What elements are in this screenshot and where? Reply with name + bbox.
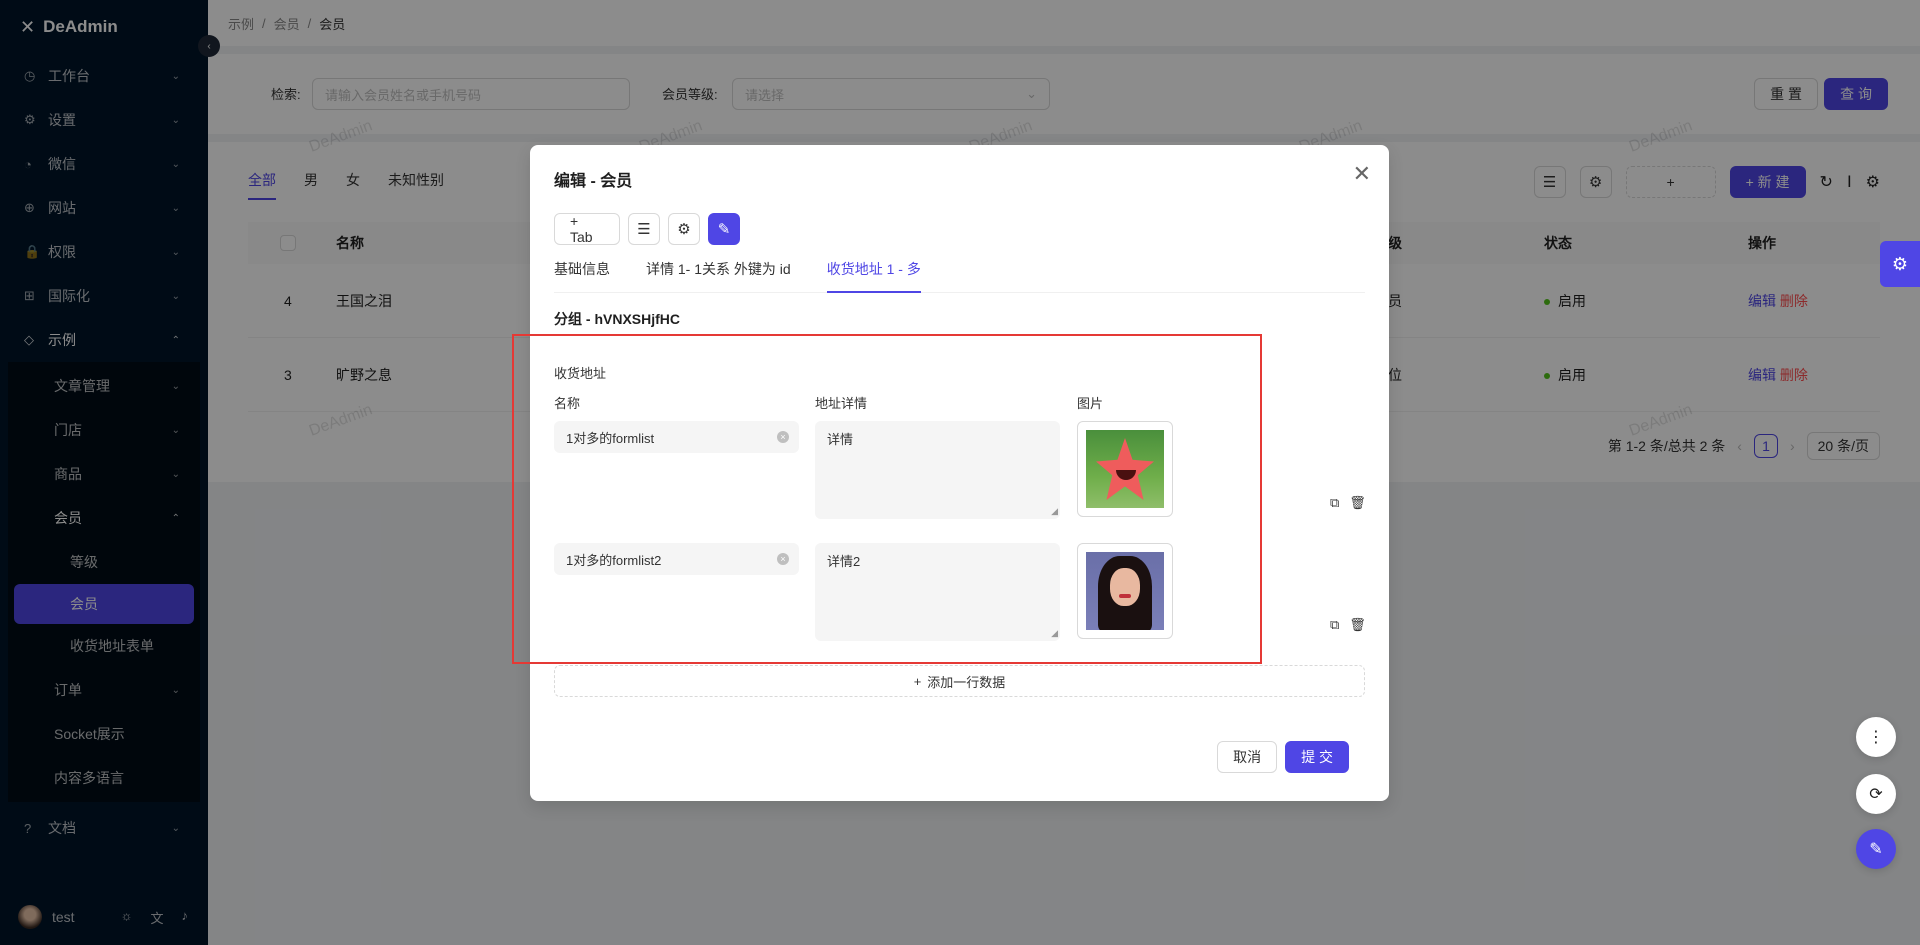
plus-icon: + [913, 673, 922, 689]
cancel-button[interactable]: 取消 [1217, 741, 1278, 773]
address-detail-textarea[interactable]: 详情 ◢ [815, 421, 1060, 519]
edit-member-modal: 编辑 - 会员 ✕ + Tab ☰ ⚙ ✎ 基础信息 详情 1- 1关系 外键为… [530, 145, 1389, 801]
image-shape [1110, 568, 1140, 606]
image-shape [1096, 438, 1154, 500]
tab-address-many[interactable]: 收货地址 1 - 多 [826, 259, 921, 293]
address-section-label: 收货地址 [554, 366, 607, 381]
row-actions: ⧉ 🗑 [1330, 617, 1366, 633]
address-detail-value: 详情2 [827, 554, 861, 569]
modal-title: 编辑 - 会员 [554, 173, 633, 190]
resize-handle-icon[interactable]: ◢ [1051, 628, 1058, 639]
row-actions: ⧉ 🗑 [1330, 495, 1366, 511]
modal-tabs: 基础信息 详情 1- 1关系 外键为 id 收货地址 1 - 多 [554, 259, 1365, 293]
theme-settings-button[interactable]: ⚙ [1880, 241, 1920, 287]
brush-icon[interactable]: ✎ [1856, 829, 1896, 869]
group-title: 分组 - hVNXSHjfHC [554, 311, 680, 327]
brush-icon[interactable]: ✎ [708, 213, 740, 245]
clear-icon[interactable]: × [777, 431, 789, 443]
clear-icon[interactable]: × [777, 553, 789, 565]
submit-button[interactable]: 提 交 [1285, 741, 1349, 773]
gear-icon[interactable]: ⚙ [668, 213, 700, 245]
copy-icon[interactable]: ⧉ [1330, 617, 1339, 633]
more-icon[interactable]: ⋮ [1856, 717, 1896, 757]
delete-icon[interactable]: 🗑 [1349, 617, 1366, 633]
image-upload[interactable] [1077, 543, 1173, 639]
column-label-image: 图片 [1077, 396, 1104, 411]
address-name-input[interactable]: 1对多的formlist2 × [554, 543, 799, 575]
add-row-label: 添加一行数据 [927, 674, 1006, 690]
image-shape [1119, 594, 1131, 598]
resize-handle-icon[interactable]: ◢ [1051, 506, 1058, 517]
tab-basic-info[interactable]: 基础信息 [554, 259, 610, 292]
address-detail-value: 详情 [827, 432, 854, 447]
tab-detail-one[interactable]: 详情 1- 1关系 外键为 id [646, 259, 791, 292]
modal-footer: 取消 提 交 [1217, 741, 1349, 773]
portrait-image [1086, 552, 1164, 630]
add-tab-button[interactable]: + Tab [554, 213, 620, 245]
list-icon[interactable]: ☰ [628, 213, 660, 245]
delete-icon[interactable]: 🗑 [1349, 495, 1366, 511]
add-row-button[interactable]: + 添加一行数据 [554, 665, 1365, 697]
address-name-input[interactable]: 1对多的formlist × [554, 421, 799, 453]
close-icon[interactable]: ✕ [1353, 161, 1371, 187]
patrick-star-image [1086, 430, 1164, 508]
column-label-name: 名称 [554, 396, 581, 411]
column-label-detail: 地址详情 [815, 396, 868, 411]
address-name-value: 1对多的formlist2 [566, 552, 662, 568]
modal-toolbar: + Tab ☰ ⚙ ✎ [554, 213, 740, 245]
copy-icon[interactable]: ⧉ [1330, 495, 1339, 511]
image-upload[interactable] [1077, 421, 1173, 517]
address-name-value: 1对多的formlist [566, 430, 655, 446]
refresh-icon[interactable]: ⟳ [1856, 774, 1896, 814]
address-detail-textarea[interactable]: 详情2 ◢ [815, 543, 1060, 641]
